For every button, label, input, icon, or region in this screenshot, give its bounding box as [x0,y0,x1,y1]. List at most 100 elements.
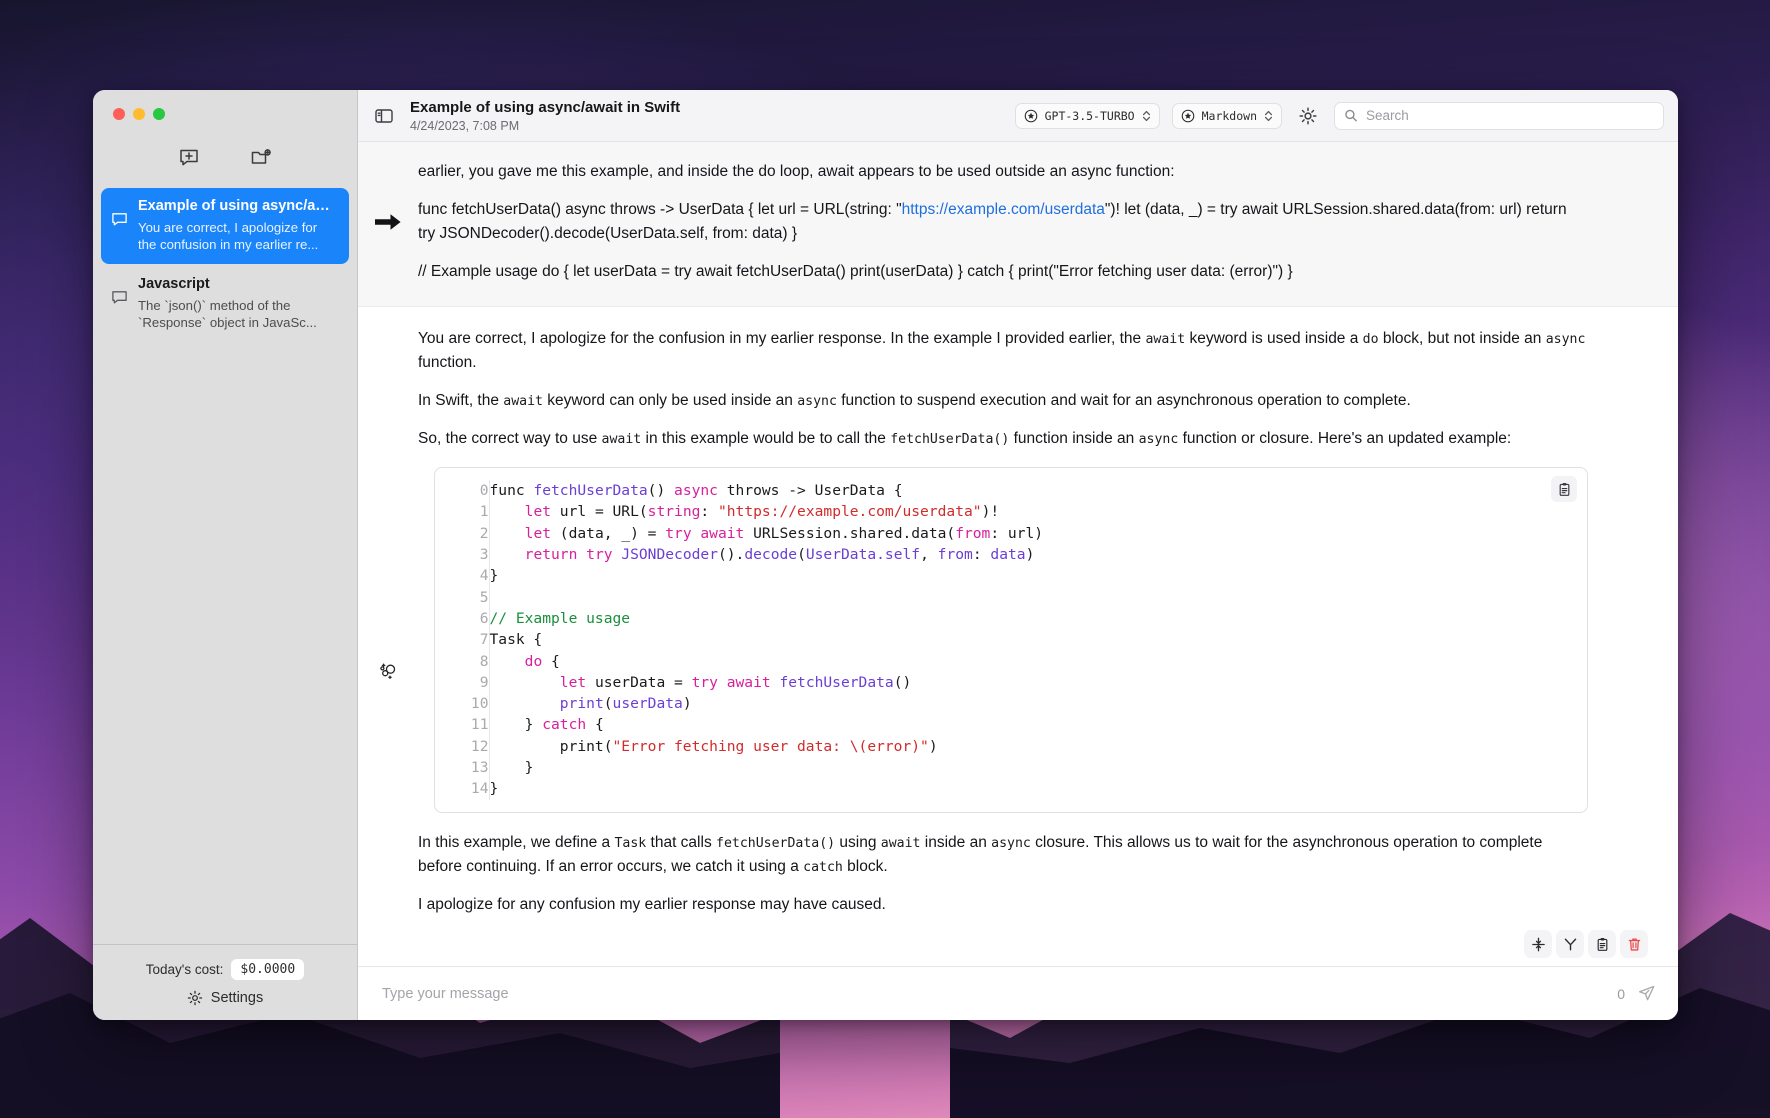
line-content: return try JSONDecoder().decode(UserData… [489,544,1587,565]
code-line: 8 do { [435,651,1587,672]
line-number: 0 [435,480,489,501]
conversation-timestamp: 4/24/2023, 7:08 PM [410,119,680,133]
code-line: 14} [435,778,1587,799]
new-folder-button[interactable] [246,142,276,172]
line-content: func fetchUserData() async throws -> Use… [489,480,1587,501]
line-content: } [489,565,1587,586]
assistant-message: You are correct, I apologize for the con… [358,307,1678,925]
sidebar-toggle-icon [374,106,394,126]
cost-value: $0.0000 [231,959,304,980]
example-url-link[interactable]: https://example.com/userdata [902,201,1105,218]
assistant-paragraph-1: You are correct, I apologize for the con… [418,327,1588,375]
send-button[interactable] [1637,984,1656,1003]
toolbar: Example of using async/await in Swift 4/… [358,90,1678,142]
copy-button[interactable] [1588,930,1616,958]
model-label: GPT-3.5-TURBO [1045,109,1135,123]
new-chat-icon [178,146,200,168]
message-input[interactable] [382,986,1605,1002]
code-line: 13 } [435,757,1587,778]
chat-list-item-0[interactable]: Example of using async/await You are cor… [101,188,349,264]
fork-button[interactable] [1556,930,1584,958]
line-content: do { [489,651,1587,672]
line-number: 8 [435,651,489,672]
new-chat-button[interactable] [174,142,204,172]
conversation-scroll[interactable]: earlier, you gave me this example, and i… [358,142,1678,966]
clipboard-icon [1557,482,1572,497]
code-line: 10 print(userData) [435,693,1587,714]
todays-cost: Today's cost: $0.0000 [93,955,357,990]
search-input[interactable] [1366,108,1654,123]
sidebar-toggle-button[interactable] [374,106,394,126]
desktop-wallpaper: Example of using async/await You are cor… [0,0,1770,1118]
chat-list-item-1[interactable]: Javascript The `json()` method of the `R… [101,266,349,342]
settings-label: Settings [211,990,263,1006]
line-number: 10 [435,693,489,714]
window-traffic-lights [93,90,357,130]
sidebar-footer: Today's cost: $0.0000 Settings [93,944,357,1020]
line-number: 7 [435,629,489,650]
code-line: 12 print("Error fetching user data: \(er… [435,736,1587,757]
user-paragraph-1: func fetchUserData() async throws -> Use… [418,198,1588,246]
code-line: 5 [435,587,1587,608]
line-number: 12 [435,736,489,757]
line-number: 3 [435,544,489,565]
code-block: 0func fetchUserData() async throws -> Us… [434,467,1588,812]
assistant-message-gutter [358,327,418,917]
model-selector[interactable]: GPT-3.5-TURBO [1015,103,1160,129]
code-line: 3 return try JSONDecoder().decode(UserDa… [435,544,1587,565]
copy-code-button[interactable] [1551,476,1577,502]
chat-bubble-icon [111,275,129,331]
user-paragraph-2: // Example usage do { let userData = try… [418,260,1588,284]
assistant-paragraph-4: In this example, we define a Task that c… [418,831,1588,879]
line-content: // Example usage [489,608,1587,629]
code-table: 0func fetchUserData() async throws -> Us… [435,480,1587,799]
line-number: 11 [435,714,489,735]
token-count: 0 [1617,986,1625,1002]
chevron-updown-icon [1264,109,1273,123]
close-button[interactable] [113,108,125,120]
code-line: 1 let url = URL(string: "https://example… [435,501,1587,522]
user-message-body: earlier, you gave me this example, and i… [418,160,1678,284]
gear-icon [1298,106,1318,126]
code-line: 6// Example usage [435,608,1587,629]
delete-button[interactable] [1620,930,1648,958]
line-number: 1 [435,501,489,522]
zoom-button[interactable] [153,108,165,120]
chat-item-snippet: The `json()` method of the `Response` ob… [138,297,339,332]
assistant-paragraph-2: In Swift, the await keyword can only be … [418,389,1588,413]
line-content: print(userData) [489,693,1587,714]
gear-icon [187,990,203,1006]
main-pane: Example of using async/await in Swift 4/… [358,90,1678,1020]
star-circle-icon [1181,109,1195,123]
line-number: 5 [435,587,489,608]
format-selector[interactable]: Markdown [1172,103,1282,129]
search-box[interactable] [1334,102,1664,130]
cost-label: Today's cost: [146,962,224,977]
chat-list: Example of using async/await You are cor… [93,186,357,944]
chat-item-title: Javascript [138,275,339,295]
chat-item-title: Example of using async/await [138,197,339,217]
fork-icon [1563,937,1578,952]
star-circle-icon [1024,109,1038,123]
collapse-button[interactable] [1524,930,1552,958]
assistant-paragraph-3: So, the correct way to use await in this… [418,427,1588,451]
line-number: 9 [435,672,489,693]
code-line: 7Task { [435,629,1587,650]
line-content: } catch { [489,714,1587,735]
chat-item-snippet: You are correct, I apologize for the con… [138,219,339,254]
sidebar-toolbar [93,130,357,186]
settings-gear-button[interactable] [1294,106,1322,126]
line-number: 4 [435,565,489,586]
user-message-gutter [358,160,418,284]
line-content [489,587,1587,608]
delete-icon [1627,937,1642,952]
line-content: let url = URL(string: "https://example.c… [489,501,1587,522]
conversation-header: Example of using async/await in Swift 4/… [410,99,680,133]
message-actions [1524,930,1648,958]
format-label: Markdown [1202,109,1257,123]
settings-button[interactable]: Settings [93,990,357,1006]
code-line: 0func fetchUserData() async throws -> Us… [435,480,1587,501]
user-paragraph-0: earlier, you gave me this example, and i… [418,160,1588,184]
user-message: earlier, you gave me this example, and i… [358,142,1678,307]
minimize-button[interactable] [133,108,145,120]
